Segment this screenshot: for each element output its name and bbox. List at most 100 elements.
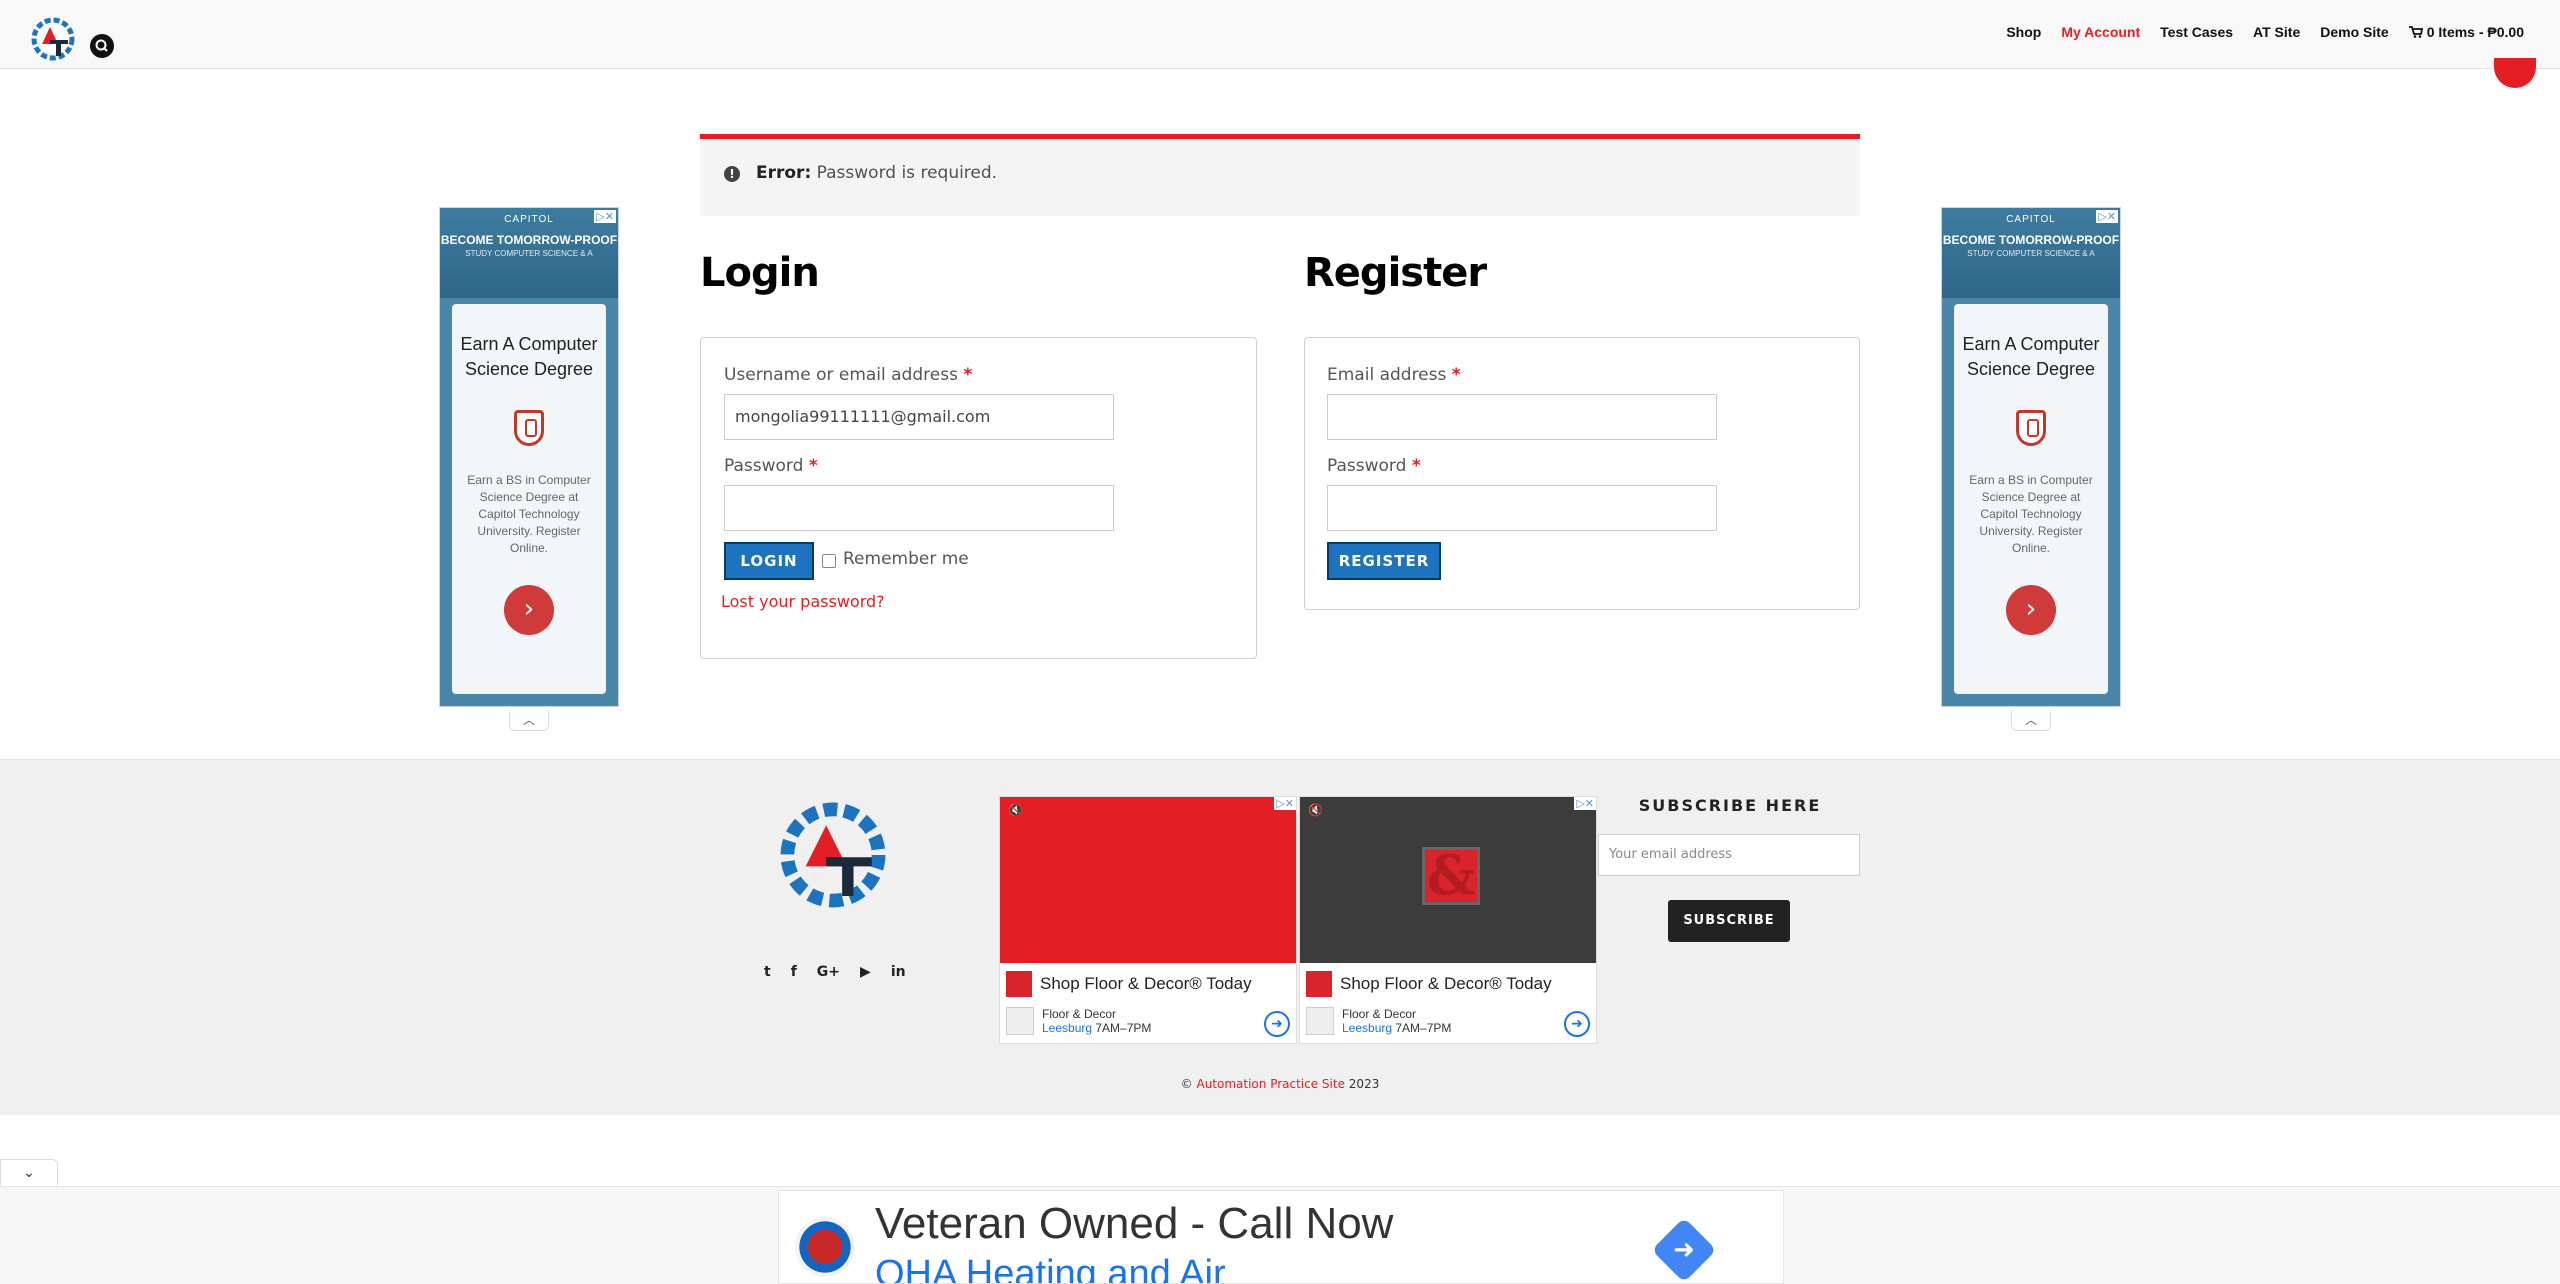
copyright: © Automation Practice Site 2023 xyxy=(1180,1077,1380,1091)
sticky-ad-sub[interactable]: OHA Heating and Air xyxy=(875,1253,1226,1283)
nav-demo-site[interactable]: Demo Site xyxy=(2320,24,2388,40)
register-form: Email address * Password * REGISTER xyxy=(1304,337,1860,610)
ad-brand: Floor & Decor xyxy=(1342,1007,1417,1021)
ad-location-row[interactable]: Floor & Decor Leesburg 7AM–7PM xyxy=(1006,1007,1151,1035)
ad-go-button[interactable]: › xyxy=(504,585,554,635)
side-ad-left[interactable]: CAPITOL BECOME TOMORROW-PROOF STUDY COMP… xyxy=(439,207,619,707)
ad-close-icon[interactable]: ▷✕ xyxy=(2096,210,2118,223)
search-icon xyxy=(95,39,108,52)
sticky-ad[interactable]: Veteran Owned - Call Now OHA Heating and… xyxy=(778,1190,1784,1284)
ad-headline-row[interactable]: Shop Floor & Decor® Today xyxy=(1006,969,1252,999)
login-button[interactable]: LOGIN xyxy=(724,542,814,580)
ad-close-icon[interactable]: ▷✕ xyxy=(1574,797,1596,810)
ad-headline: Shop Floor & Decor® Today xyxy=(1340,974,1552,993)
nav-cart[interactable]: 0 Items - ₱0.00 xyxy=(2408,24,2524,40)
remember-me-label[interactable]: Remember me xyxy=(843,549,969,569)
chevron-up-icon[interactable]: ︿ xyxy=(2011,711,2051,731)
side-ad-right[interactable]: CAPITOL BECOME TOMORROW-PROOF STUDY COMP… xyxy=(1941,207,2121,707)
ad-brand: Floor & Decor xyxy=(1042,1007,1117,1021)
ad-card[interactable]: Earn A Computer Science Degree Earn a BS… xyxy=(1954,304,2108,694)
cart-label: 0 Items - ₱0.00 xyxy=(2426,24,2524,40)
youtube-icon[interactable]: ▶ xyxy=(860,964,871,980)
login-title: Login xyxy=(700,250,820,296)
social-links: t f G+ ▶ in xyxy=(764,964,906,980)
username-label: Username or email address * xyxy=(724,365,973,385)
error-message: Error: Password is required. xyxy=(756,163,998,183)
ad-hours: 7AM–7PM xyxy=(1392,1021,1452,1035)
shield-icon xyxy=(514,410,544,446)
ad-location: Leesburg xyxy=(1342,1021,1393,1035)
floor-decor-logo xyxy=(1306,971,1332,997)
ad-headline-row[interactable]: Shop Floor & Decor® Today xyxy=(1306,969,1552,999)
ad-banner[interactable]: CAPITOL BECOME TOMORROW-PROOF STUDY COMP… xyxy=(440,208,618,298)
main-nav: Shop My Account Test Cases AT Site Demo … xyxy=(2006,24,2524,40)
ad-description: Earn a BS in Computer Science Degree at … xyxy=(1969,473,2093,555)
ad-headline: Shop Floor & Decor® Today xyxy=(1040,974,1252,993)
ad-video[interactable]: 🔇 xyxy=(1000,797,1296,963)
automation-testing-logo[interactable] xyxy=(28,14,78,64)
username-input[interactable]: mongolia99111111@gmail.com xyxy=(724,394,1114,440)
register-email-label: Email address * xyxy=(1327,365,1461,385)
facebook-icon[interactable]: f xyxy=(791,964,797,980)
map-pin-icon xyxy=(1306,1007,1334,1035)
register-email-input[interactable] xyxy=(1327,394,1717,440)
footer-logo[interactable] xyxy=(776,795,890,915)
nav-shop[interactable]: Shop xyxy=(2006,24,2041,40)
google-plus-icon[interactable]: G+ xyxy=(817,964,840,980)
chevron-down-icon[interactable]: ⌄ xyxy=(0,1159,58,1187)
directions-icon[interactable]: ➜ xyxy=(1564,1011,1590,1037)
ad-card[interactable]: Earn A Computer Science Degree Earn a BS… xyxy=(452,304,606,694)
directions-arrow-icon[interactable]: ➜ xyxy=(1651,1217,1717,1283)
linkedin-icon[interactable]: in xyxy=(891,964,906,980)
cart-icon xyxy=(2408,26,2423,38)
ad-video[interactable]: 🔇 & xyxy=(1300,797,1596,963)
error-icon: ! xyxy=(724,166,740,182)
nav-test-cases[interactable]: Test Cases xyxy=(2160,24,2233,40)
shield-icon xyxy=(2016,410,2046,446)
subscribe-title: SUBSCRIBE HERE xyxy=(1638,796,1822,815)
twitter-icon[interactable]: t xyxy=(764,964,771,980)
login-form: Username or email address * mongolia9911… xyxy=(700,337,1257,659)
video-ad-1[interactable]: 🔇 ▷✕ Shop Floor & Decor® Today Floor & D… xyxy=(999,796,1297,1044)
sticky-ad-headline: Veteran Owned - Call Now xyxy=(875,1199,1394,1248)
subscribe-email-input[interactable]: Your email address xyxy=(1598,834,1860,876)
ad-brand: CAPITOL xyxy=(504,214,554,225)
copyright-link[interactable]: Automation Practice Site xyxy=(1196,1077,1345,1091)
ad-location-row[interactable]: Floor & Decor Leesburg 7AM–7PM xyxy=(1306,1007,1451,1035)
site-header: Shop My Account Test Cases AT Site Demo … xyxy=(0,0,2560,69)
ad-banner[interactable]: CAPITOL BECOME TOMORROW-PROOF STUDY COMP… xyxy=(1942,208,2120,298)
nav-at-site[interactable]: AT Site xyxy=(2253,24,2300,40)
remember-me-checkbox[interactable] xyxy=(822,554,836,568)
ad-title: Earn A Computer Science Degree xyxy=(1962,334,2100,379)
register-button[interactable]: REGISTER xyxy=(1327,542,1441,580)
subscribe-button[interactable]: SUBSCRIBE xyxy=(1668,900,1790,942)
register-password-input[interactable] xyxy=(1327,485,1717,531)
video-ad-2[interactable]: 🔇 & ▷✕ Shop Floor & Decor® Today Floor &… xyxy=(1299,796,1597,1044)
ad-brand: CAPITOL xyxy=(2006,214,2056,225)
mute-icon[interactable]: 🔇 xyxy=(1308,803,1323,817)
notification-bubble[interactable] xyxy=(2494,58,2536,88)
floor-decor-logo xyxy=(1006,971,1032,997)
ad-banner-sub: STUDY COMPUTER SCIENCE & A xyxy=(1967,249,2095,258)
ad-title: Earn A Computer Science Degree xyxy=(460,334,598,379)
ad-location: Leesburg xyxy=(1042,1021,1093,1035)
directions-icon[interactable]: ➜ xyxy=(1264,1011,1290,1037)
ad-go-button[interactable]: › xyxy=(2006,585,2056,635)
search-button[interactable] xyxy=(90,34,114,58)
chevron-up-icon[interactable]: ︿ xyxy=(509,711,549,731)
ad-banner-headline: BECOME TOMORROW-PROOF xyxy=(440,233,618,247)
floor-decor-logo-icon: & xyxy=(1422,847,1480,905)
ad-close-icon[interactable]: ▷✕ xyxy=(594,210,616,223)
ad-close-icon[interactable]: ▷✕ xyxy=(1274,797,1296,810)
mute-icon[interactable]: 🔇 xyxy=(1008,803,1023,817)
veteran-badge-icon xyxy=(795,1217,855,1277)
map-pin-icon xyxy=(1006,1007,1034,1035)
password-label: Password * xyxy=(724,456,818,476)
lost-password-link[interactable]: Lost your password? xyxy=(721,592,885,611)
password-input[interactable] xyxy=(724,485,1114,531)
register-title: Register xyxy=(1304,250,1487,296)
ad-banner-headline: BECOME TOMORROW-PROOF xyxy=(1942,233,2120,247)
register-password-label: Password * xyxy=(1327,456,1421,476)
ad-hours: 7AM–7PM xyxy=(1092,1021,1152,1035)
nav-my-account[interactable]: My Account xyxy=(2061,24,2140,40)
